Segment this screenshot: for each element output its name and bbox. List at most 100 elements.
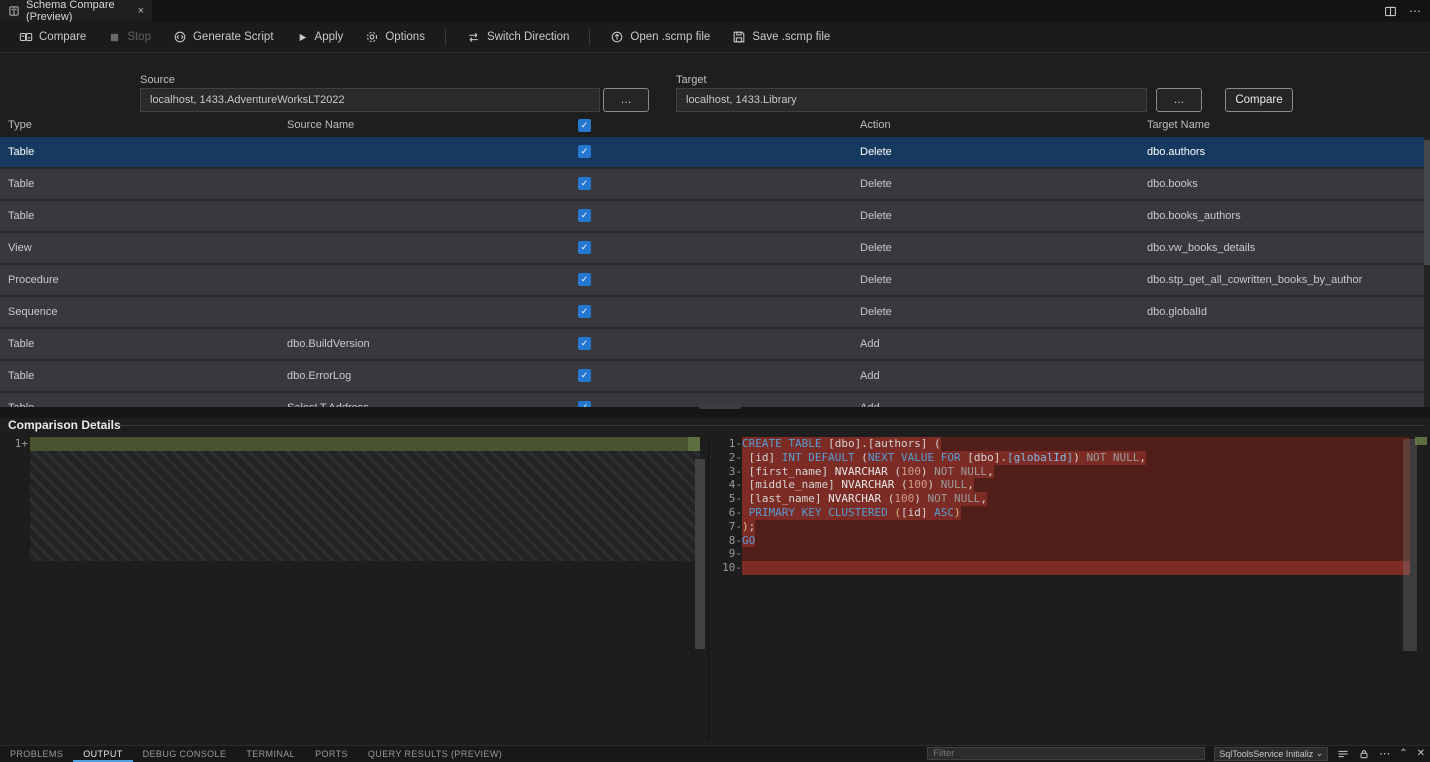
column-header-type[interactable]: Type [8, 119, 32, 131]
diff-left-line-number: 1+ [4, 437, 28, 451]
diff-source-editor[interactable]: 1+ [0, 437, 707, 740]
diff-line-content: CREATE TABLE [dbo].[authors] ( [742, 437, 1410, 451]
panel-tab-query-results[interactable]: QUERY RESULTS (PREVIEW) [358, 746, 512, 762]
table-row[interactable]: TableDeletedbo.books_authors [0, 201, 1424, 233]
output-filter-input[interactable] [927, 747, 1205, 760]
table-row[interactable]: TableDeletedbo.books [0, 169, 1424, 201]
panel-more-actions-icon[interactable]: ⋯ [1379, 747, 1390, 760]
grid-scrollbar-thumb[interactable] [1424, 140, 1430, 265]
stop-toolbar-button: Stop [97, 27, 162, 48]
row-type: Sequence [8, 306, 58, 318]
diff-line-content: [middle_name] NVARCHAR (100) NULL, [742, 478, 1410, 492]
target-input[interactable] [676, 88, 1147, 112]
diff-line-number: 6- [712, 506, 742, 520]
schema-compare-toolbar: Compare Stop Generate Script Apply Optio… [0, 22, 1430, 53]
chevron-down-icon: ⌄ [1316, 748, 1324, 759]
table-row[interactable]: Tabledbo.ErrorLogAdd [0, 361, 1424, 393]
diff-line-number: 7- [712, 520, 742, 534]
apply-toolbar-button[interactable]: Apply [285, 27, 355, 48]
panel-resize-handle[interactable] [699, 404, 741, 409]
options-toolbar-button[interactable]: Options [354, 26, 436, 48]
split-editor-icon[interactable] [1384, 5, 1397, 18]
panel-tab-ports[interactable]: PORTS [305, 746, 358, 762]
grid-scrollbar[interactable] [1424, 137, 1430, 407]
diff-target-editor[interactable]: 1-CREATE TABLE [dbo].[authors] (2- [id] … [712, 437, 1430, 740]
comparison-details-title: Comparison Details [8, 418, 121, 432]
source-input[interactable] [140, 88, 600, 112]
row-include-checkbox[interactable] [578, 145, 591, 158]
row-action: Delete [860, 242, 892, 254]
panel-tab-output[interactable]: OUTPUT [73, 746, 132, 762]
right-editor-scrollbar[interactable] [1403, 439, 1417, 651]
row-include-checkbox[interactable] [578, 177, 591, 190]
column-header-action[interactable]: Action [860, 119, 891, 131]
options-gear-icon [365, 30, 379, 44]
diff-line: 5- [last_name] NVARCHAR (100) NOT NULL, [712, 492, 1430, 506]
save-file-icon [732, 30, 746, 44]
generate-script-icon [173, 30, 187, 44]
tab-close-icon[interactable]: × [138, 5, 144, 17]
panel-close-icon[interactable]: ✕ [1417, 748, 1425, 759]
row-action: Delete [860, 146, 892, 158]
differences-grid: TableDeletedbo.authorsTableDeletedbo.boo… [0, 137, 1424, 407]
compare-run-button[interactable]: Compare [1225, 88, 1293, 112]
apply-icon [296, 31, 309, 44]
panel-tab-debug-console[interactable]: DEBUG CONSOLE [133, 746, 237, 762]
diff-line: 9- [712, 547, 1430, 561]
table-row[interactable]: ProcedureDeletedbo.stp_get_all_cowritten… [0, 265, 1424, 297]
toolbar-separator [589, 29, 590, 45]
diff-line-content: GO [742, 534, 1410, 548]
table-row[interactable]: SequenceDeletedbo.globalId [0, 297, 1424, 329]
panel-maximize-icon[interactable]: ⌃ [1399, 748, 1407, 759]
diff-line-content: PRIMARY KEY CLUSTERED ([id] ASC) [742, 506, 1410, 520]
diff-line: 1-CREATE TABLE [dbo].[authors] ( [712, 437, 1430, 451]
generate-script-toolbar-button[interactable]: Generate Script [162, 26, 285, 48]
output-lines-icon[interactable] [1337, 748, 1349, 760]
diff-line: 2- [id] INT DEFAULT (NEXT VALUE FOR [dbo… [712, 451, 1430, 465]
diff-line-number: 9- [712, 547, 742, 561]
table-row[interactable]: Tabledbo.BuildVersionAdd [0, 329, 1424, 361]
target-browse-button[interactable]: … [1156, 88, 1202, 112]
diff-line-number: 5- [712, 492, 742, 506]
output-channel-select[interactable]: SqlToolsService Initializ ⌄ [1214, 747, 1328, 761]
diff-line-number: 4- [712, 478, 742, 492]
editor-divider [708, 437, 709, 740]
editor-tab-bar: Schema Compare (Preview) × ⋯ [0, 0, 1430, 22]
row-include-checkbox[interactable] [578, 273, 591, 286]
editor-more-actions-icon[interactable]: ⋯ [1409, 4, 1422, 18]
source-browse-button[interactable]: … [603, 88, 649, 112]
tab-schema-compare[interactable]: Schema Compare (Preview) × [0, 0, 152, 22]
row-action: Delete [860, 306, 892, 318]
row-include-checkbox[interactable] [578, 209, 591, 222]
save-scmp-toolbar-button[interactable]: Save .scmp file [721, 26, 841, 48]
select-all-checkbox[interactable] [578, 119, 591, 132]
stop-icon [108, 31, 121, 44]
source-label: Source [140, 74, 175, 86]
differences-grid-header: Type Source Name Action Target Name [0, 115, 1424, 137]
row-type: Table [8, 338, 34, 350]
panel-tab-problems[interactable]: PROBLEMS [0, 746, 73, 762]
row-action: Delete [860, 210, 892, 222]
switch-direction-toolbar-button[interactable]: Switch Direction [455, 26, 580, 48]
row-include-checkbox[interactable] [578, 369, 591, 382]
column-header-source-name[interactable]: Source Name [287, 119, 354, 131]
row-include-checkbox[interactable] [578, 241, 591, 254]
table-row[interactable]: ViewDeletedbo.vw_books_details [0, 233, 1424, 265]
column-header-target-name[interactable]: Target Name [1147, 119, 1210, 131]
row-source-name: dbo.BuildVersion [287, 338, 370, 350]
diff-removed-placeholder-hatch [30, 451, 700, 561]
open-scmp-toolbar-button[interactable]: Open .scmp file [599, 26, 721, 48]
compare-toolbar-button[interactable]: Compare [8, 26, 97, 48]
left-editor-scrollbar[interactable] [695, 459, 705, 649]
compare-icon [19, 30, 33, 44]
table-row[interactable]: TableDeletedbo.authors [0, 137, 1424, 169]
lock-scroll-icon[interactable] [1358, 748, 1370, 760]
row-include-checkbox[interactable] [578, 305, 591, 318]
panel-tab-terminal[interactable]: TERMINAL [236, 746, 305, 762]
diff-line-content: [id] INT DEFAULT (NEXT VALUE FOR [dbo].[… [742, 451, 1410, 465]
toolbar-separator [445, 29, 446, 45]
diff-line-number: 10- [712, 561, 742, 575]
row-include-checkbox[interactable] [578, 337, 591, 350]
diff-line: 4- [middle_name] NVARCHAR (100) NULL, [712, 478, 1430, 492]
diff-line: 7-); [712, 520, 1430, 534]
